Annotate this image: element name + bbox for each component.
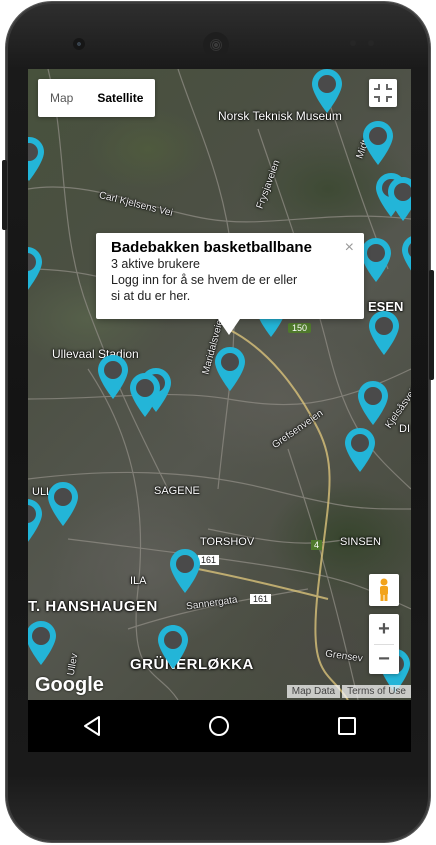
recents-square-icon	[338, 717, 357, 735]
map-pin[interactable]	[170, 549, 200, 593]
home-button[interactable]	[189, 706, 249, 746]
info-window-message-line2: si at du er her.	[111, 289, 191, 303]
map-pin-selected[interactable]	[215, 347, 245, 391]
map-view[interactable]: Norsk Teknisk Museum Ullevaal Stadion SA…	[28, 69, 411, 700]
route-shield-150: 150	[288, 323, 312, 333]
map-pin[interactable]	[130, 373, 160, 417]
label-grunerlokka: GRÜNERLØKKA	[130, 656, 254, 673]
map-pin[interactable]	[28, 499, 42, 543]
label-st-hanshaugen: T. HANSHAUGEN	[28, 598, 158, 615]
route-shield-161-b: 161	[250, 594, 272, 604]
zoom-in-button[interactable]: +	[378, 614, 390, 644]
back-triangle-icon	[83, 716, 100, 736]
info-window: Badebakken basketballbane 3 aktive bruke…	[96, 233, 364, 335]
navigation-bar	[28, 700, 411, 752]
info-window-title: Badebakken basketballbane	[111, 239, 312, 256]
map-pin[interactable]	[28, 137, 44, 181]
map-pin[interactable]	[358, 381, 388, 425]
map-pin[interactable]	[48, 482, 78, 526]
street-view-button[interactable]	[369, 574, 399, 606]
zoom-control: + −	[369, 614, 399, 674]
map-type-map-button[interactable]: Map	[38, 79, 85, 117]
back-button[interactable]	[62, 706, 122, 746]
map-pin[interactable]	[388, 177, 411, 221]
map-pin[interactable]	[28, 621, 56, 665]
pegman-icon	[380, 578, 388, 601]
volume-button	[429, 270, 434, 380]
route-shield-161-a: 161	[198, 555, 220, 565]
map-pin[interactable]	[402, 235, 411, 279]
sensor-left	[350, 40, 356, 46]
recents-button[interactable]	[317, 706, 377, 746]
fullscreen-exit-icon	[374, 84, 392, 102]
power-button	[2, 160, 7, 230]
map-attribution: Map Data Terms of Use	[286, 685, 411, 698]
label-torshov: TORSHOV	[200, 536, 255, 548]
map-pin[interactable]	[158, 625, 188, 669]
label-sinsen: SINSEN	[340, 536, 381, 548]
map-data-link[interactable]: Map Data	[286, 685, 341, 698]
info-window-subtitle: 3 aktive brukere	[111, 257, 200, 271]
fullscreen-button[interactable]	[369, 79, 397, 107]
info-window-message-line1: Logg inn for å se hvem de er eller	[111, 273, 298, 287]
route-shield-4: 4	[311, 540, 323, 550]
label-ila: ILA	[130, 575, 147, 587]
map-pin[interactable]	[363, 121, 393, 165]
earpiece-speaker	[203, 32, 229, 58]
google-logo: Google	[35, 674, 104, 696]
map-pin[interactable]	[369, 311, 399, 355]
close-icon[interactable]: ×	[345, 239, 354, 257]
sensor-right	[368, 40, 374, 46]
home-circle-icon	[209, 716, 230, 736]
label-sagene: SAGENE	[154, 485, 200, 497]
map-type-satellite-button[interactable]: Satellite	[85, 79, 155, 117]
map-pin[interactable]	[98, 355, 128, 399]
map-pin[interactable]	[28, 247, 42, 291]
map-pin[interactable]	[345, 428, 375, 472]
map-pin[interactable]	[361, 238, 391, 282]
map-type-control: Map Satellite	[38, 79, 156, 117]
label-di: DI	[399, 423, 410, 435]
map-pin[interactable]	[312, 69, 342, 113]
terms-of-use-link[interactable]: Terms of Use	[342, 685, 411, 698]
front-camera	[73, 38, 85, 50]
zoom-out-button[interactable]: −	[378, 645, 390, 674]
